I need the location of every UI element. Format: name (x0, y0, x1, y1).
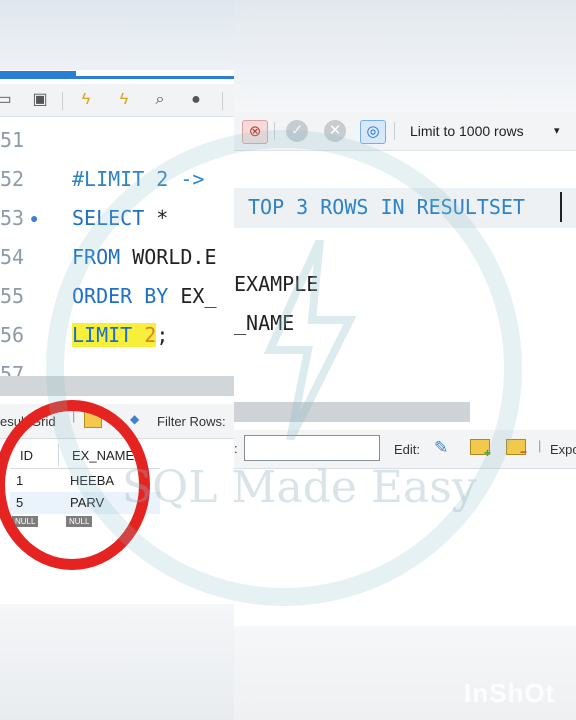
export-label: Expo (550, 442, 576, 457)
text-cursor (560, 192, 562, 222)
toolbar-separator (62, 92, 63, 110)
line-number: 51 (0, 128, 25, 152)
open-folder-icon[interactable]: ▭ (0, 90, 14, 110)
window-header (234, 0, 576, 112)
window-header (0, 0, 234, 68)
toolbar-separator (394, 122, 395, 140)
toolbar-separator (222, 92, 223, 110)
app-watermark: InShOt (464, 678, 556, 708)
statement-marker-icon: ● (30, 210, 39, 226)
chevron-down-icon[interactable]: ▾ (554, 118, 560, 144)
line-number: 52 (0, 167, 25, 191)
tab-underline (76, 76, 234, 79)
line-number: 55 (0, 284, 25, 308)
remove-icon: − (520, 445, 528, 459)
save-icon[interactable]: ▣ (30, 90, 50, 110)
stop-icon[interactable]: ● (186, 90, 206, 110)
explain-icon[interactable]: ⌕ (150, 90, 170, 110)
line-number: 54 (0, 245, 25, 269)
editor-toolbar: ▭ ▣ ϟ ϟ ⌕ ● (0, 84, 234, 117)
limit-rows-select[interactable]: Limit to 1000 rows ▾ (402, 118, 576, 144)
toolbar-separator: | (538, 438, 542, 453)
watermark-bolt-icon (263, 240, 357, 440)
limit-rows-value: Limit to 1000 rows (410, 123, 524, 139)
line-number: 56 (0, 323, 25, 347)
execute-icon[interactable]: ϟ (76, 90, 96, 110)
execute-current-icon[interactable]: ϟ (114, 90, 134, 110)
stop-on-error-icon[interactable]: ◎ (360, 120, 386, 144)
watermark-text: SQL Made Easy (122, 462, 477, 513)
footer-area (0, 604, 234, 720)
active-tab-indicator[interactable] (0, 71, 76, 79)
